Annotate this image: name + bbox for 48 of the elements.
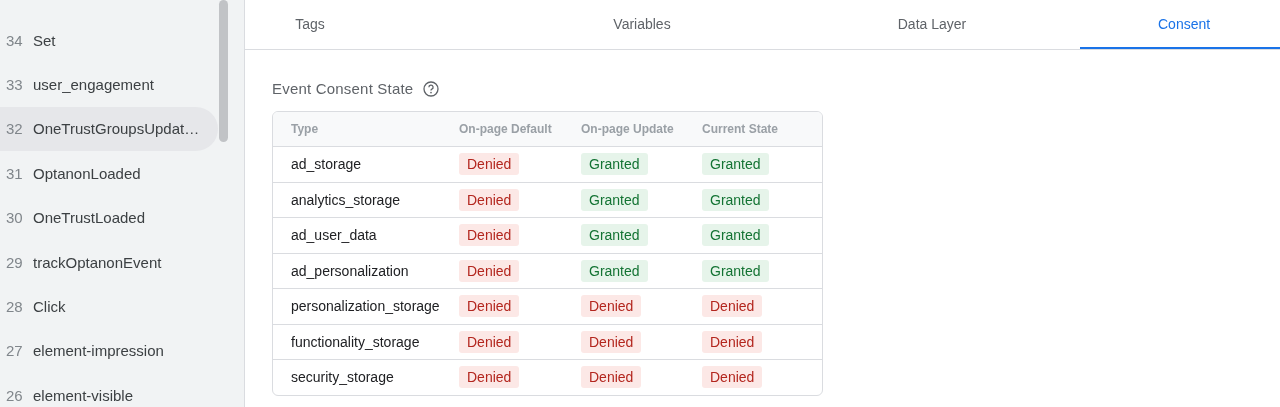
tab[interactable]: Data Layer — [832, 0, 1032, 49]
status-badge: Granted — [702, 188, 769, 211]
tab[interactable]: Consent — [1080, 0, 1280, 49]
table-cell-text: functionality_storage — [290, 333, 421, 350]
event-item[interactable]: 26 element-visible — [0, 373, 218, 407]
table-cell-text: ad_user_data — [290, 227, 378, 244]
event-item[interactable]: 34 Set — [0, 18, 218, 63]
table-cell-text: ad_personalization — [290, 262, 410, 279]
tab[interactable]: Variables — [542, 0, 742, 49]
status-badge: Granted — [581, 188, 648, 211]
scrollbar-thumb[interactable] — [219, 0, 228, 142]
event-item[interactable]: 27 element-impression — [0, 328, 218, 374]
column-header: Current State — [702, 122, 779, 136]
status-badge: Denied — [702, 330, 763, 353]
status-badge: Denied — [702, 366, 763, 389]
event-item[interactable]: 32 OneTrustGroupsUpdat… — [0, 106, 218, 152]
status-badge: Granted — [702, 153, 769, 176]
column-header: Type — [290, 122, 320, 136]
status-badge: Denied — [581, 366, 642, 389]
status-badge: Granted — [581, 224, 648, 247]
status-badge: Denied — [459, 224, 520, 247]
section-title: Event Consent State — [272, 80, 414, 97]
status-badge: Denied — [459, 295, 520, 318]
status-badge: Denied — [459, 153, 520, 176]
column-header: On-page Default — [459, 122, 553, 136]
status-badge: Denied — [459, 259, 520, 282]
event-item[interactable]: 30 OneTrustLoaded — [0, 195, 218, 240]
table-cell-text: analytics_storage — [290, 191, 401, 208]
status-badge: Denied — [459, 188, 520, 211]
table-cell-text: security_storage — [290, 369, 395, 386]
status-badge: Granted — [702, 224, 769, 247]
event-item[interactable]: 33 user_engagement — [0, 62, 218, 107]
column-header: On-page Update — [581, 122, 675, 136]
status-badge: Granted — [581, 259, 648, 282]
tab[interactable]: Tags — [245, 0, 375, 49]
status-badge: Denied — [581, 330, 642, 353]
status-badge: Denied — [459, 330, 520, 353]
status-badge: Granted — [702, 259, 769, 282]
table-cell-text: ad_storage — [290, 156, 363, 173]
table-cell-text: personalization_storage — [290, 298, 441, 315]
status-badge: Denied — [702, 295, 763, 318]
event-item[interactable]: 31 OptanonLoaded — [0, 151, 218, 196]
status-badge: Denied — [459, 366, 520, 389]
event-item[interactable]: 28 Click — [0, 284, 218, 329]
help-icon[interactable] — [423, 80, 440, 97]
status-badge: Granted — [581, 153, 648, 176]
event-item[interactable]: 29 trackOptanonEvent — [0, 239, 218, 285]
status-badge: Denied — [581, 295, 642, 318]
